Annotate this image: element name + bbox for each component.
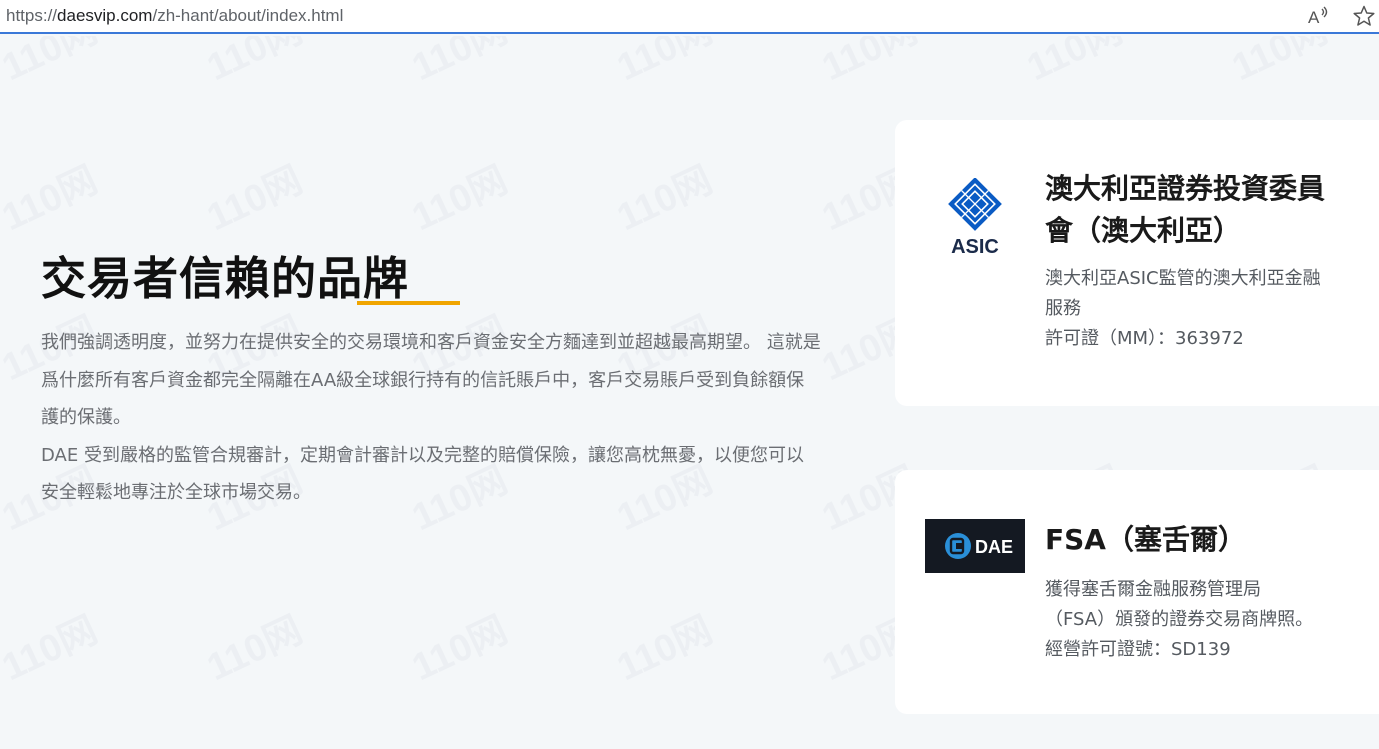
url-scheme: https:// xyxy=(6,6,58,25)
about-paragraph-2: DAE 受到嚴格的監管合規審計，定期會計審計以及完整的賠償保險，讓您高枕無憂，以… xyxy=(41,444,804,504)
watermark-mark: 110网 xyxy=(406,36,514,89)
url-field[interactable]: https://daesvip.com/zh-hant/about/index.… xyxy=(6,6,343,26)
asic-license-number: 許可證（MM）：363972 xyxy=(1045,328,1244,349)
watermark-mark: 110网 xyxy=(201,36,309,89)
about-description: 我們強調透明度，並努力在提供安全的交易環境和客戶資金安全方麵達到並超越最高期望。… xyxy=(41,324,821,512)
browser-address-bar: https://daesvip.com/zh-hant/about/index.… xyxy=(0,0,1379,34)
watermark-text: 110网 xyxy=(201,36,309,89)
watermark-mark: 110网 xyxy=(1226,36,1334,89)
regulator-card-asic: ASIC 澳大利亞證券投資委員 會（澳大利亞） 澳大利亞ASIC監管的澳大利亞金… xyxy=(895,120,1379,406)
about-paragraph-1: 我們強調透明度，並努力在提供安全的交易環境和客戶資金安全方麵達到並超越最高期望。… xyxy=(41,332,821,428)
asic-title-line-2: 會（澳大利亞） xyxy=(1045,214,1242,247)
read-aloud-icon[interactable]: A xyxy=(1306,4,1330,28)
watermark-mark: 110网 xyxy=(201,609,309,689)
watermark-mark: 110网 xyxy=(406,609,514,689)
watermark-mark: 110网 xyxy=(406,159,514,239)
watermark-text: 110网 xyxy=(611,609,719,689)
watermark-text: 110网 xyxy=(0,159,104,239)
watermark-mark: 110网 xyxy=(611,159,719,239)
about-heading: 交易者信賴的品牌 xyxy=(41,242,409,307)
watermark-text: 110网 xyxy=(406,36,514,89)
asic-text-line-2: 服務 xyxy=(1045,298,1081,319)
watermark-mark: 110网 xyxy=(0,159,104,239)
svg-text:A: A xyxy=(1308,8,1320,27)
about-page: 110网 110网 110网 110网 110网 110网 110网 110网 110网 110网… xyxy=(0,36,1379,749)
fsa-text-line-2: （FSA）頒發的證券交易商牌照。 xyxy=(1045,609,1314,630)
fsa-license-number: 經營許可證號：SD139 xyxy=(1045,639,1231,660)
fsa-card-title: FSA（塞舌爾） xyxy=(1045,519,1365,561)
watermark-text: 110网 xyxy=(201,609,309,689)
url-path: /zh-hant/about/index.html xyxy=(152,6,344,25)
heading-highlight: 品牌 xyxy=(317,252,410,305)
watermark-mark: 110网 xyxy=(201,159,309,239)
watermark-text: 110网 xyxy=(1226,36,1334,89)
asic-title-line-1: 澳大利亞證券投資委員 xyxy=(1045,172,1326,205)
favorite-star-icon[interactable] xyxy=(1352,4,1376,28)
fsa-text-line-1: 獲得塞舌爾金融服務管理局 xyxy=(1045,579,1261,600)
watermark-text: 110网 xyxy=(201,159,309,239)
asic-card-text: 澳大利亞ASIC監管的澳大利亞金融 服務 許可證（MM）：363972 xyxy=(1045,264,1365,354)
watermark-text: 110网 xyxy=(611,159,719,239)
dae-logo: DAE xyxy=(925,519,1025,573)
watermark-mark: 110网 xyxy=(0,609,104,689)
watermark-mark: 110网 xyxy=(816,36,924,89)
asic-text-line-1: 澳大利亞ASIC監管的澳大利亞金融 xyxy=(1045,268,1321,289)
watermark-mark: 110网 xyxy=(611,36,719,89)
watermark-mark: 110网 xyxy=(1021,36,1129,89)
dae-logo-text: DAE xyxy=(975,537,1013,557)
asic-logo-text: ASIC xyxy=(951,236,999,258)
fsa-title-line-1: FSA（塞舌爾） xyxy=(1045,523,1246,556)
regulator-card-fsa: DAE FSA（塞舌爾） 獲得塞舌爾金融服務管理局 （FSA）頒發的證券交易商牌… xyxy=(895,470,1379,714)
watermark-mark: 110网 xyxy=(611,609,719,689)
asic-card-title: 澳大利亞證券投資委員 會（澳大利亞） xyxy=(1045,168,1365,252)
watermark-text: 110网 xyxy=(611,36,719,89)
watermark-text: 110网 xyxy=(0,36,104,89)
watermark-text: 110网 xyxy=(406,159,514,239)
fsa-card-text: 獲得塞舌爾金融服務管理局 （FSA）頒發的證券交易商牌照。 經營許可證號：SD1… xyxy=(1045,575,1365,665)
url-domain: daesvip.com xyxy=(57,6,153,25)
watermark-mark: 110网 xyxy=(0,36,104,89)
heading-main: 交易者信賴的 xyxy=(41,252,318,305)
watermark-text: 110网 xyxy=(1021,36,1129,89)
watermark-text: 110网 xyxy=(0,609,104,689)
heading-underline xyxy=(357,301,460,305)
asic-logo: ASIC xyxy=(945,177,1005,258)
watermark-text: 110网 xyxy=(406,609,514,689)
watermark-text: 110网 xyxy=(816,36,924,89)
